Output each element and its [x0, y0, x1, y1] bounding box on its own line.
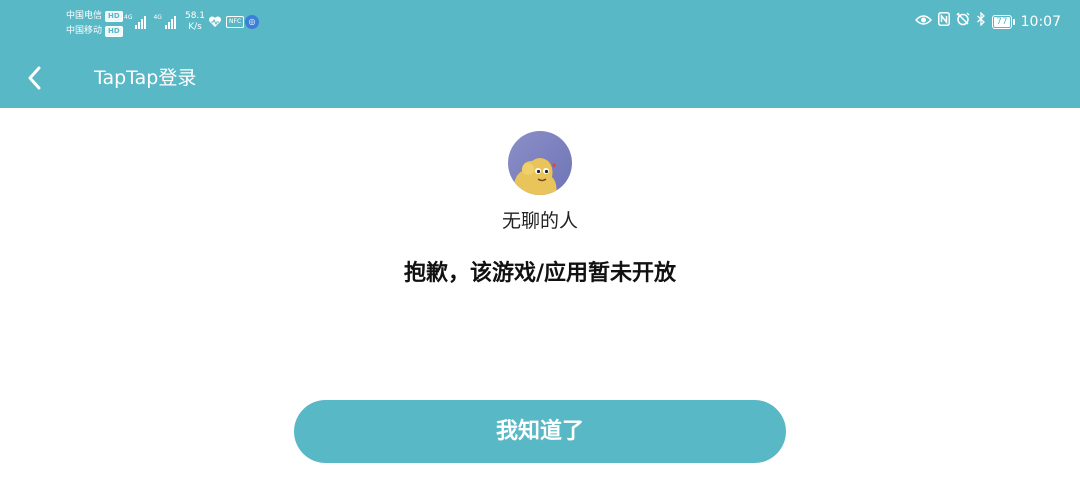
username: 无聊的人: [501, 210, 578, 232]
app-notification-icon: ◎: [245, 15, 259, 29]
signal-bars-icon-2: [164, 13, 176, 29]
app-header: 中国电信 HD 中国移动 HD 4G 4G 58.1 K/s NFC ◎ 77 …: [0, 0, 1080, 108]
status-bar: 中国电信 HD 中国移动 HD 4G 4G 58.1 K/s NFC ◎ 77 …: [0, 0, 1080, 46]
avatar: [508, 131, 572, 195]
clock-time: 10:07: [1020, 14, 1061, 30]
network-type-label-2: 4G: [153, 14, 162, 21]
unavailable-message: 抱歉，该游戏/应用暂未开放: [403, 261, 677, 286]
bluetooth-icon: [976, 11, 986, 32]
battery-level: 77: [994, 17, 1010, 27]
hd-badge-2: HD: [105, 26, 123, 37]
carrier-name-1: 中国电信: [66, 11, 103, 21]
confirm-button[interactable]: 我知道了: [294, 400, 786, 463]
battery-icon: 77: [992, 15, 1016, 29]
hd-badge-1: HD: [105, 11, 123, 22]
alarm-mute-icon: [956, 12, 970, 32]
network-speed-value: 58.1: [184, 11, 206, 21]
chevron-left-icon: [28, 66, 41, 90]
nfc-badge-label: NFC: [226, 16, 245, 28]
signal-indicators: 4G 4G: [124, 13, 176, 29]
back-button[interactable]: [22, 63, 50, 93]
page-title: TapTap登录: [94, 67, 197, 89]
status-right: 77 10:07: [915, 11, 1061, 32]
carrier-info: 中国电信 HD 中国移动 HD: [66, 9, 123, 39]
network-speed: 58.1 K/s: [181, 11, 209, 33]
network-speed-unit: K/s: [188, 22, 202, 32]
nfc-icon: [938, 12, 951, 32]
network-type-label-1: 4G: [124, 14, 133, 21]
eye-comfort-icon: [915, 12, 933, 32]
nfc-badge-icon: NFC: [226, 15, 245, 29]
signal-bars-icon-1: [135, 13, 147, 29]
health-heart-icon: [208, 15, 222, 29]
carrier-name-2: 中国移动: [66, 26, 103, 36]
